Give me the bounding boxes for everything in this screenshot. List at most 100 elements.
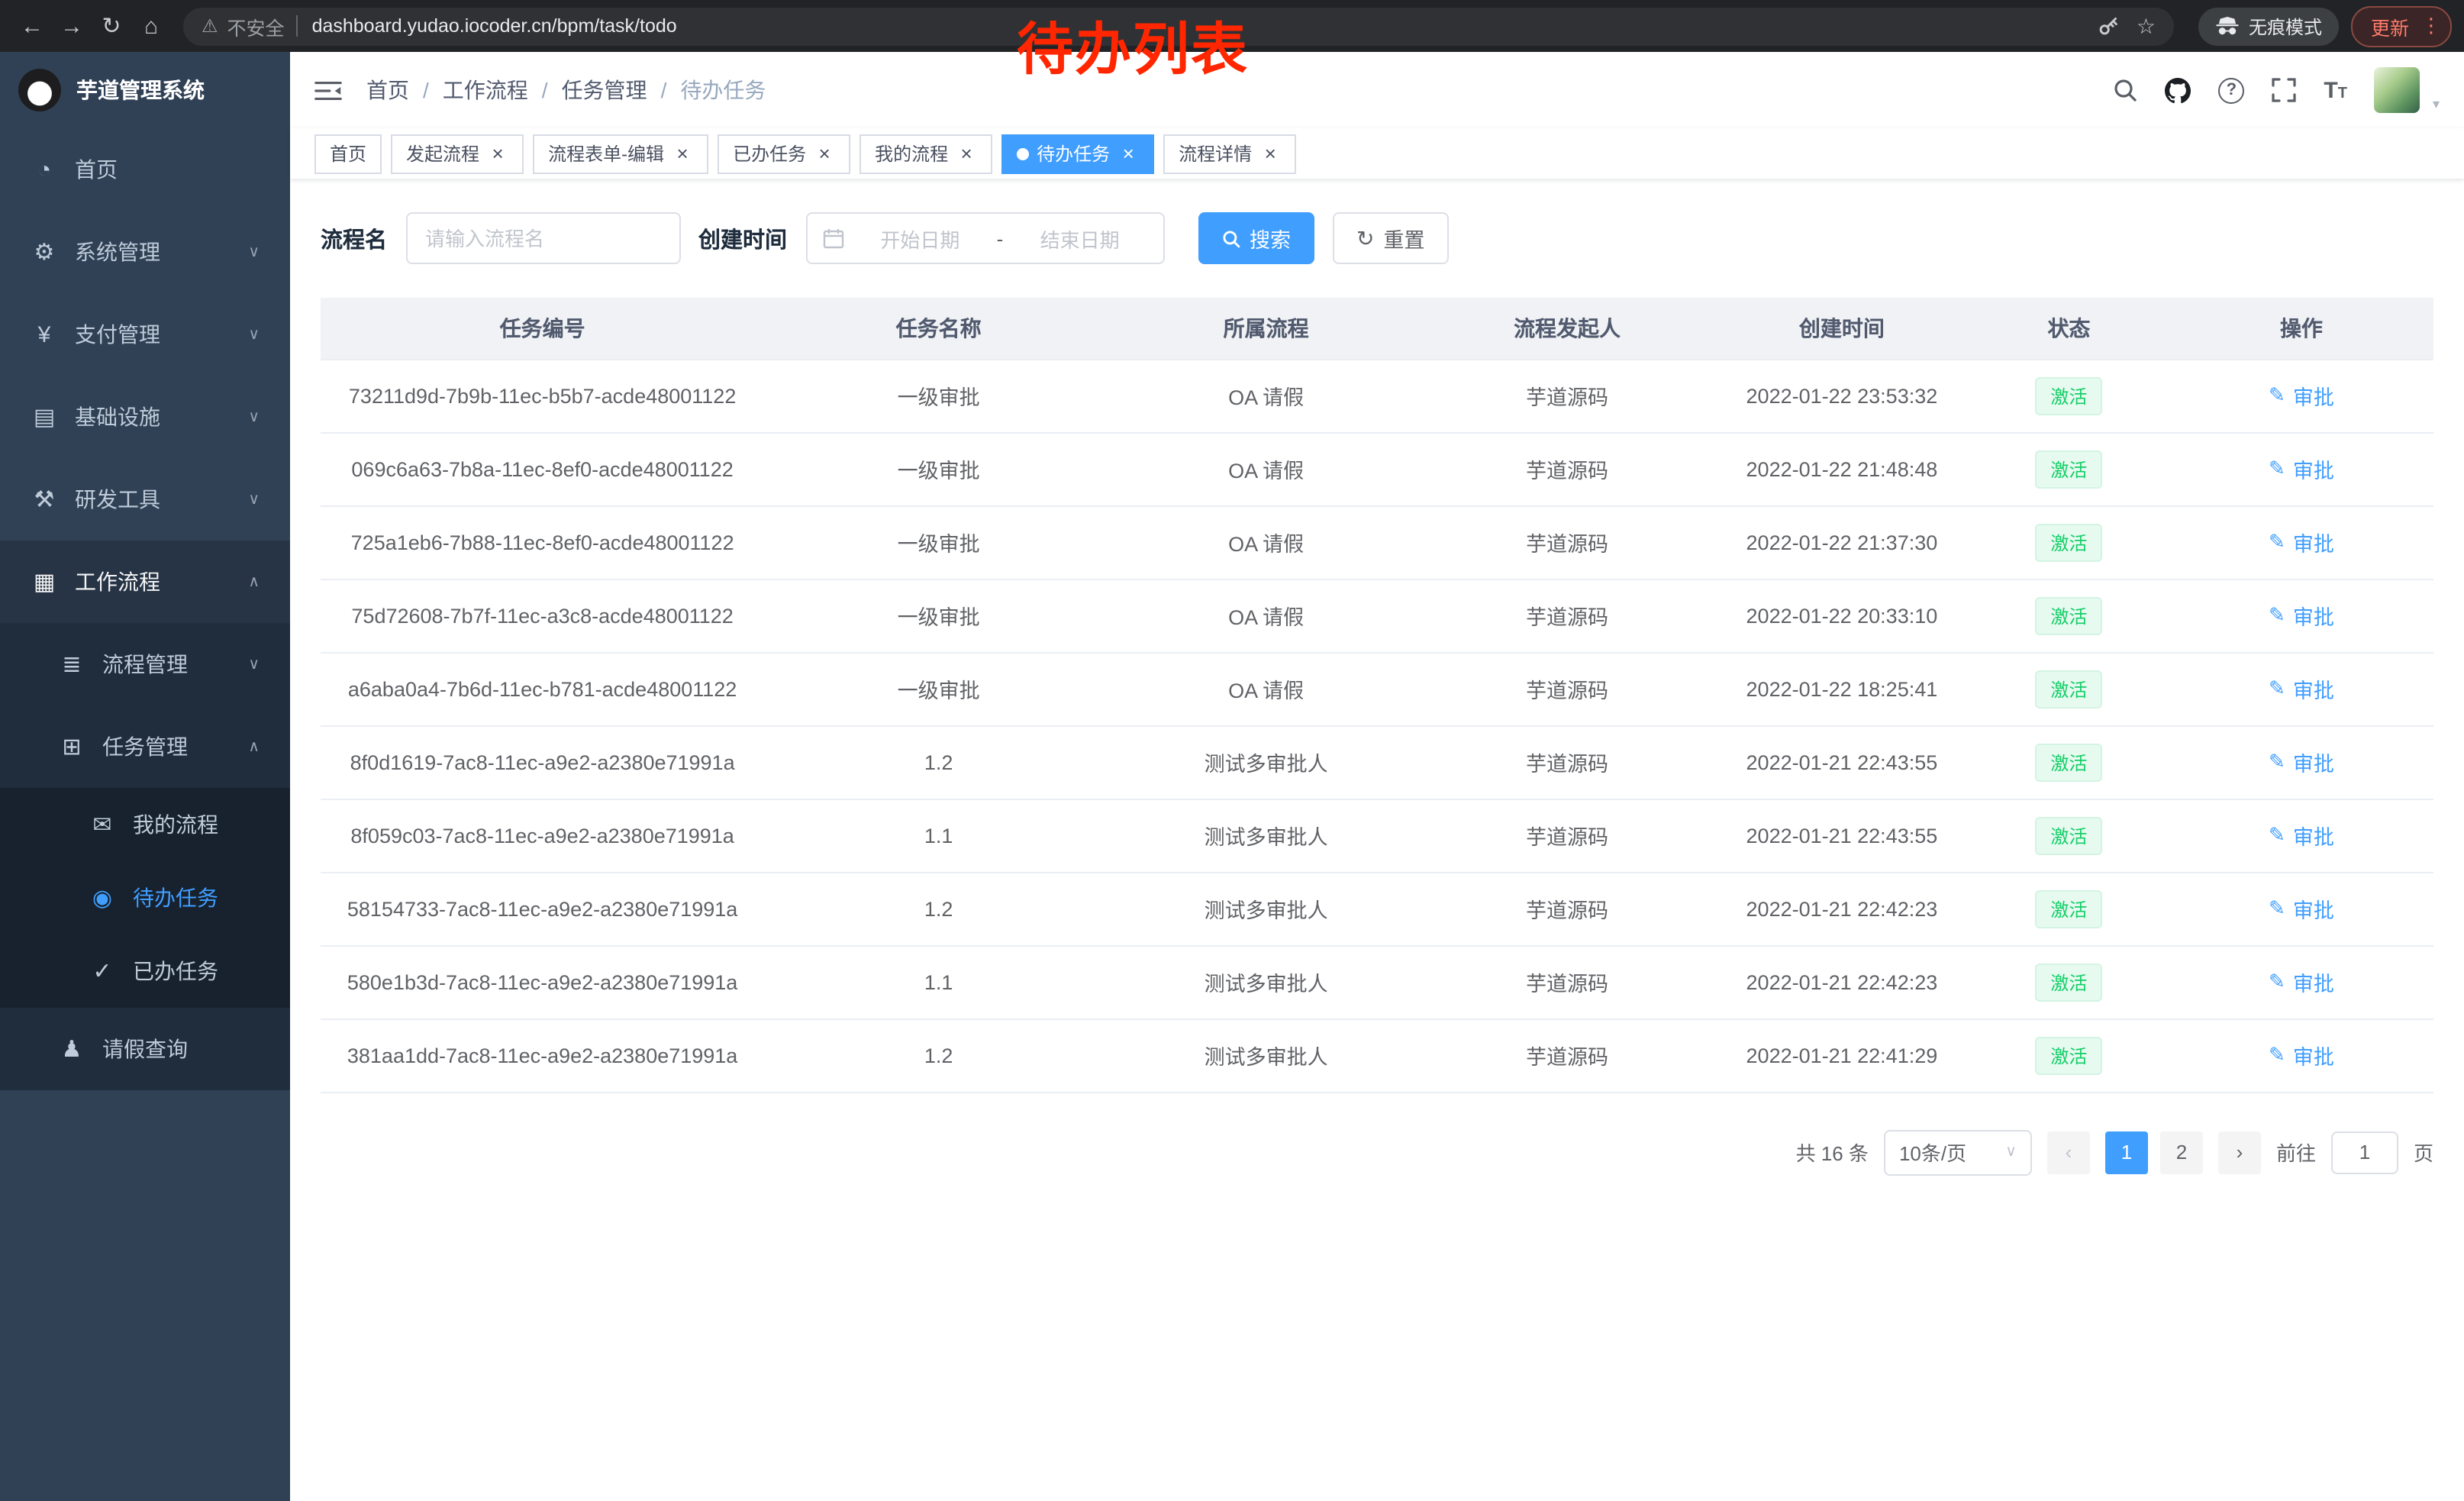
tab-close-icon[interactable]: × (1259, 143, 1281, 164)
tab-close-icon[interactable]: × (487, 143, 508, 164)
chevron-down-icon: ∨ (2005, 1144, 2017, 1160)
gear-icon: ⚙ (31, 238, 58, 266)
fullscreen-icon[interactable] (2272, 78, 2296, 102)
key-icon[interactable] (2097, 14, 2121, 38)
yen-icon: ¥ (31, 321, 58, 347)
help-icon[interactable]: ? (2218, 77, 2244, 103)
cell-initiator: 芋道源码 (1419, 1018, 1715, 1092)
status-badge: 激活 (2035, 450, 2102, 488)
page-size-select[interactable]: 10条/页 ∨ (1884, 1129, 2032, 1175)
page-tab[interactable]: 首页 (314, 134, 382, 173)
approve-link[interactable]: ✎ 审批 (2269, 673, 2334, 704)
page-tab[interactable]: 流程表单-编辑 × (533, 134, 708, 173)
search-button[interactable]: 搜索 (1198, 212, 1314, 264)
start-date-placeholder[interactable]: 开始日期 (853, 224, 988, 253)
page-tab[interactable]: 发起流程 × (391, 134, 524, 173)
tab-label: 发起流程 (406, 140, 479, 166)
breadcrumb-item[interactable]: 首页 (366, 75, 443, 105)
edit-icon: ✎ (2269, 896, 2285, 921)
page-tab[interactable]: 待办任务 × (1001, 134, 1154, 173)
sidebar-item-leave-query[interactable]: ♟ 请假查询 (0, 1008, 290, 1090)
page-number-button[interactable]: 2 (2160, 1131, 2203, 1173)
breadcrumb-item[interactable]: 待办任务 (680, 75, 766, 105)
menu-fold-icon[interactable] (314, 79, 342, 102)
approve-link[interactable]: ✎ 审批 (2269, 527, 2334, 557)
page-number-button[interactable]: 1 (2105, 1131, 2148, 1173)
cell-process: 测试多审批人 (1113, 945, 1419, 1018)
approve-link-label: 审批 (2293, 893, 2334, 924)
approve-link[interactable]: ✎ 审批 (2269, 600, 2334, 631)
date-range-picker[interactable]: 开始日期 - 结束日期 (805, 212, 1164, 264)
refresh-icon: ↻ (1356, 225, 1374, 251)
sidebar-item-process-management[interactable]: ≣ 流程管理 ∨ (0, 623, 290, 705)
approve-link-label: 审批 (2293, 820, 2334, 851)
goto-page-input[interactable] (2331, 1131, 2398, 1173)
home-icon[interactable]: ⌂ (131, 6, 171, 46)
sidebar-item-task-management[interactable]: ⊞ 任务管理 ∧ (0, 705, 290, 788)
sidebar-item-done-task[interactable]: ✓ 已办任务 (0, 934, 290, 1008)
tab-close-icon[interactable]: × (1118, 143, 1139, 164)
edit-icon: ✎ (2269, 603, 2285, 628)
approve-link[interactable]: ✎ 审批 (2269, 1040, 2334, 1070)
tabs-bar: 首页 发起流程 × 流程表单-编辑 × 已办任务 (290, 128, 2464, 179)
approve-link[interactable]: ✎ 审批 (2269, 380, 2334, 411)
sidebar-item-system[interactable]: ⚙ 系统管理 ∨ (0, 211, 290, 293)
reset-button[interactable]: ↻ 重置 (1332, 212, 1449, 264)
tab-close-icon[interactable]: × (672, 143, 693, 164)
approve-link[interactable]: ✎ 审批 (2269, 893, 2334, 924)
url-text[interactable]: dashboard.yudao.iocoder.cn/bpm/task/todo (297, 15, 2082, 37)
kebab-menu-icon[interactable]: ⋮ (2421, 14, 2441, 38)
cell-process: 测试多审批人 (1113, 799, 1419, 872)
approve-link[interactable]: ✎ 审批 (2269, 454, 2334, 484)
github-icon[interactable] (2165, 77, 2191, 103)
tab-label: 我的流程 (875, 140, 948, 166)
sidebar-item-devtools[interactable]: ⚒ 研发工具 ∨ (0, 458, 290, 541)
sidebar-item-infrastructure[interactable]: ▤ 基础设施 ∨ (0, 376, 290, 458)
back-icon[interactable]: ← (12, 6, 52, 46)
approve-link-label: 审批 (2293, 967, 2334, 997)
column-header: 所属流程 (1113, 298, 1419, 359)
task-management-submenu: ✉ 我的流程 ◉ 待办任务 ✓ 已办任务 (0, 788, 290, 1008)
prev-page-button[interactable]: ‹ (2047, 1131, 2090, 1173)
cell-process: 测试多审批人 (1113, 1018, 1419, 1092)
update-label: 更新 (2371, 11, 2409, 40)
tasks-icon: ⊞ (58, 733, 85, 760)
approve-link[interactable]: ✎ 审批 (2269, 747, 2334, 777)
search-icon[interactable] (2113, 78, 2137, 102)
approve-link[interactable]: ✎ 审批 (2269, 967, 2334, 997)
cell-task-id: 58154733-7ac8-11ec-a9e2-a2380e71991a (321, 872, 764, 945)
sidebar-item-workflow[interactable]: ▦ 工作流程 ∧ (0, 541, 290, 623)
breadcrumb-item[interactable]: 任务管理 (562, 75, 681, 105)
avatar-caret-icon[interactable]: ▾ (2433, 96, 2440, 113)
address-bar[interactable]: ⚠ 不安全 dashboard.yudao.iocoder.cn/bpm/tas… (183, 7, 2174, 45)
sidebar-menu: ◔ 首页 ⚙ 系统管理 ∨ ¥ 支付管理 ∨ ▤ 基础设施 ∨ (0, 128, 290, 1090)
end-date-placeholder[interactable]: 结束日期 (1012, 224, 1147, 253)
breadcrumb-item[interactable]: 工作流程 (443, 75, 562, 105)
table-row: 725a1eb6-7b88-11ec-8ef0-acde48001122 一级审… (321, 505, 2433, 579)
sidebar-item-payment[interactable]: ¥ 支付管理 ∨ (0, 293, 290, 376)
not-secure-warning-icon[interactable]: ⚠ (202, 15, 218, 37)
approve-link[interactable]: ✎ 审批 (2269, 820, 2334, 851)
user-avatar[interactable] (2375, 67, 2420, 113)
breadcrumb: 首页工作流程任务管理待办任务 (366, 75, 766, 105)
sidebar-item-my-process[interactable]: ✉ 我的流程 (0, 788, 290, 861)
sidebar-item-todo-task[interactable]: ◉ 待办任务 (0, 861, 290, 934)
font-size-icon[interactable]: TT (2324, 77, 2347, 103)
cell-created-time: 2022-01-22 23:53:32 (1715, 359, 1969, 432)
process-name-input[interactable] (405, 212, 680, 264)
update-button[interactable]: 更新 ⋮ (2351, 5, 2452, 47)
tab-close-icon[interactable]: × (814, 143, 835, 164)
sidebar-item-home[interactable]: ◔ 首页 (0, 128, 290, 211)
next-page-button[interactable]: › (2218, 1131, 2261, 1173)
tab-close-icon[interactable]: × (956, 143, 977, 164)
page-tab[interactable]: 流程详情 × (1163, 134, 1296, 173)
table-header-row: 任务编号任务名称所属流程流程发起人创建时间状态操作 (321, 298, 2433, 359)
bookmark-star-icon[interactable]: ☆ (2137, 13, 2156, 39)
total-count: 共 16 条 (1796, 1138, 1869, 1167)
reload-icon[interactable]: ↻ (92, 6, 131, 46)
column-header: 任务编号 (321, 298, 764, 359)
forward-icon[interactable]: → (52, 6, 92, 46)
page-tab[interactable]: 已办任务 × (718, 134, 850, 173)
cell-initiator: 芋道源码 (1419, 945, 1715, 1018)
page-tab[interactable]: 我的流程 × (859, 134, 992, 173)
